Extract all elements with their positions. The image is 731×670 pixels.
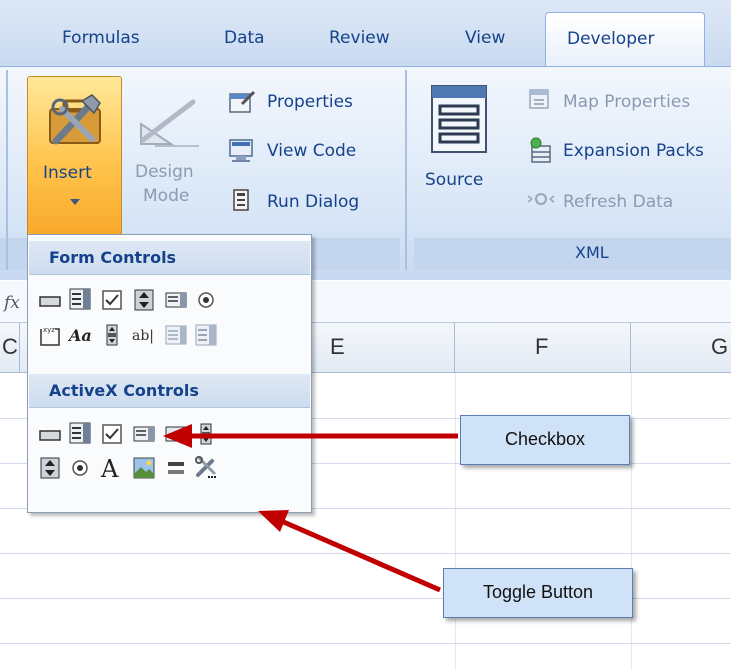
checkbox-arrow [163,424,458,448]
toggle-button-arrow [258,510,441,593]
annotation-arrows [163,424,458,593]
